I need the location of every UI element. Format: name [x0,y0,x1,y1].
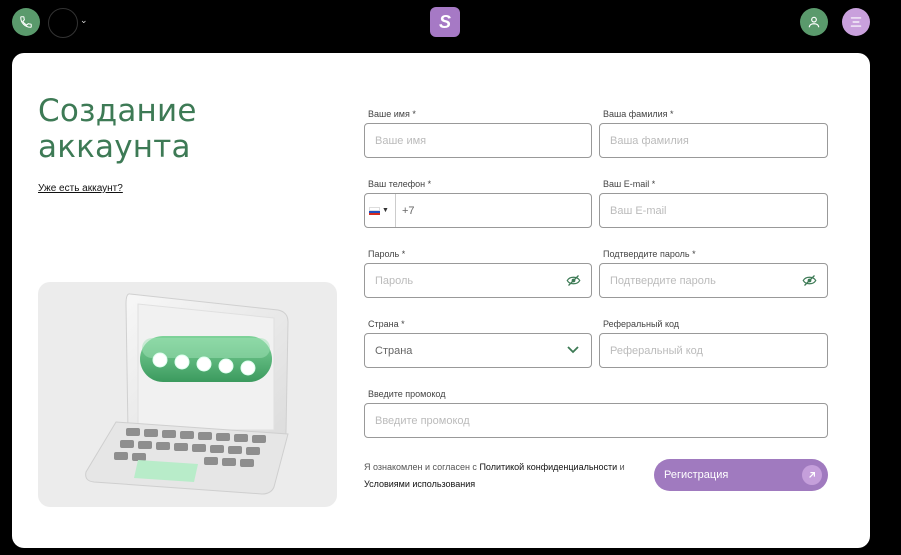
email-field: Ваш E-mail * Ваш E-mail [599,179,828,228]
login-link[interactable]: Уже есть аккаунт? [38,183,123,194]
promo-input[interactable]: Введите промокод [364,403,828,438]
first-name-placeholder: Ваше имя [375,134,427,147]
user-icon [808,16,820,28]
first-name-field: Ваше имя * Ваше имя [364,109,592,158]
register-button[interactable]: Регистрация [654,459,828,491]
phone-button[interactable] [12,8,40,36]
arrow-up-right-icon [802,465,822,485]
first-name-input[interactable]: Ваше имя [364,123,592,158]
menu-icon [850,17,862,27]
password-placeholder: Пароль [375,274,414,287]
password-input[interactable]: Пароль [364,263,592,298]
email-placeholder: Ваш E-mail [610,204,667,217]
password-confirm-field: Подтвердите пароль * Подтвердите пароль [599,249,828,298]
promo-placeholder: Введите промокод [375,414,470,427]
country-select[interactable]: Страна [364,333,592,368]
password-confirm-input[interactable]: Подтвердите пароль [599,263,828,298]
top-bar: ⌄ S [0,0,901,50]
password-confirm-placeholder: Подтвердите пароль [610,274,716,287]
page-title: Создание аккаунта [38,93,197,165]
first-name-label: Ваше имя * [368,109,416,119]
promo-field: Введите промокод Введите промокод [364,389,828,438]
password-label: Пароль * [368,249,406,259]
terms-link[interactable]: Условиями использования [364,479,475,489]
phone-field: Ваш телефон * ▼ +7 [364,179,592,228]
title-line-1: Создание [38,93,197,129]
language-chevron-icon[interactable]: ⌄ [80,15,88,26]
consent-prefix: Я ознакомлен и согласен с [364,462,477,472]
signup-card: Создание аккаунта Уже есть аккаунт? Ваше… [12,53,870,548]
laptop-illustration [38,282,337,507]
phone-value: +7 [401,204,415,217]
referral-placeholder: Реферальный код [610,344,703,357]
last-name-field: Ваша фамилия * Ваша фамилия [599,109,828,158]
language-flag-button[interactable] [48,8,78,38]
phone-country-caret-icon: ▼ [382,207,389,214]
eye-off-icon[interactable] [802,274,817,287]
chevron-down-icon [567,346,579,354]
register-label: Регистрация [664,469,729,481]
logo-letter: S [438,11,451,32]
country-value: Страна [375,344,413,357]
password-confirm-label: Подтвердите пароль * [603,249,696,259]
profile-button[interactable] [800,8,828,36]
email-input[interactable]: Ваш E-mail [599,193,828,228]
logo[interactable]: S [430,7,460,37]
referral-field: Реферальный код Реферальный код [599,319,828,368]
email-label: Ваш E-mail * [603,179,656,189]
phone-icon [20,16,32,28]
password-field: Пароль * Пароль [364,249,592,298]
consent-and: и [619,462,625,472]
laptop-password-image [85,293,289,495]
promo-label: Введите промокод [368,389,446,399]
country-field: Страна * Страна [364,319,592,368]
phone-input[interactable]: ▼ +7 [364,193,592,228]
menu-button[interactable] [842,8,870,36]
privacy-policy-link[interactable]: Политикой конфиденциальности [479,462,617,472]
consent-text: Я ознакомлен и согласен с Политикой конф… [364,459,649,493]
ru-flag-icon [369,206,380,215]
eye-off-icon[interactable] [566,274,581,287]
referral-input[interactable]: Реферальный код [599,333,828,368]
phone-label: Ваш телефон * [368,179,432,189]
last-name-label: Ваша фамилия * [603,109,674,119]
title-line-2: аккаунта [38,129,191,165]
referral-label: Реферальный код [603,319,680,329]
country-label: Страна * [368,319,405,329]
phone-country-selector[interactable]: ▼ [369,194,396,227]
last-name-placeholder: Ваша фамилия [610,134,689,147]
last-name-input[interactable]: Ваша фамилия [599,123,828,158]
